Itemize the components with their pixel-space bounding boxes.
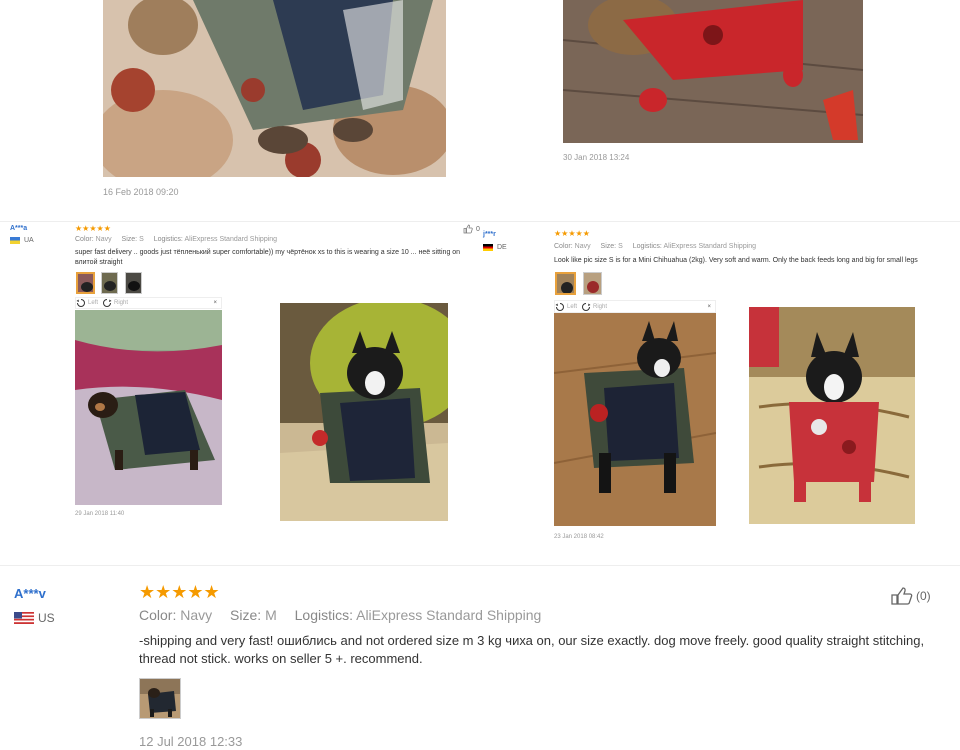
size-value: S [618, 243, 623, 250]
reviewer-name: j***r [483, 231, 496, 238]
reviewer-name: A***v [14, 586, 46, 601]
thumbs-up-icon [891, 587, 913, 605]
helpful-count: 0 [476, 225, 480, 233]
logistics-label: Logistics: [632, 243, 662, 250]
review-meta: Color: Navy Size: S Logistics: AliExpres… [554, 243, 756, 250]
review-photo-large[interactable] [75, 310, 222, 505]
review-thumbnail[interactable] [125, 272, 142, 294]
review-photo-large[interactable] [554, 313, 716, 526]
review-photo-large[interactable] [563, 0, 863, 143]
color-value: Navy [574, 243, 591, 250]
rotate-left-button[interactable]: Left [555, 302, 577, 312]
review-date: 23 Jan 2018 08:42 [554, 534, 604, 540]
flag-ua-icon [10, 237, 20, 244]
rating-stars: ★★★★★ [554, 229, 590, 238]
color-label: Color: [554, 243, 573, 250]
rating-stars: ★★★★★ [139, 582, 220, 602]
rating-stars: ★★★★★ [75, 224, 111, 233]
reviewer-country: UA [10, 237, 34, 244]
divider [0, 221, 960, 222]
color-label: Color: [75, 236, 94, 243]
thumbs-up-icon [463, 224, 473, 234]
color-label: Color: [139, 607, 177, 623]
rotate-left-label: Left [88, 300, 99, 306]
review-meta: Color: Navy Size: M Logistics: AliExpres… [139, 607, 541, 623]
review-date: 12 Jul 2018 12:33 [139, 734, 243, 749]
divider [0, 565, 960, 566]
image-rotate-bar: Left Right × [75, 297, 222, 309]
review-photo-large[interactable] [103, 0, 446, 177]
review-meta: Color: Navy Size: S Logistics: AliExpres… [75, 236, 277, 243]
logistics-value: AliExpress Standard Shipping [184, 236, 278, 243]
size-value: M [265, 607, 277, 623]
rotate-right-button[interactable]: Right [581, 302, 607, 312]
country-code: US [38, 611, 55, 625]
rotate-left-label: Left [567, 303, 578, 310]
review-text: super fast delivery .. goods just тёплен… [75, 249, 461, 266]
rotate-right-label: Right [114, 300, 129, 306]
size-label: Size: [600, 243, 617, 250]
color-value: Navy [180, 607, 213, 623]
review-text: Look like pic size S is for a Mini Chihu… [554, 257, 918, 264]
size-value: S [139, 236, 144, 243]
flag-de-icon [483, 244, 493, 251]
logistics-label: Logistics: [153, 236, 183, 243]
size-label: Size: [230, 607, 262, 623]
review-thumbnail[interactable] [555, 272, 576, 295]
review-date: 16 Feb 2018 09:20 [103, 187, 179, 197]
review-thumbnail[interactable] [76, 272, 95, 294]
review-thumbnail[interactable] [139, 678, 181, 719]
rotate-left-button[interactable]: Left [76, 298, 98, 308]
rotate-right-icon [103, 299, 112, 307]
size-label: Size: [121, 236, 138, 243]
rotate-right-label: Right [593, 303, 608, 310]
logistics-value: AliExpress Standard Shipping [663, 243, 757, 250]
review-text: -shipping and very fast! ошиблись and no… [139, 633, 925, 666]
review-photo-large[interactable] [280, 303, 448, 521]
close-icon[interactable]: × [213, 300, 217, 306]
reviewer-country: US [14, 611, 55, 625]
reviewer-name: A***a [10, 225, 28, 232]
reviewer-country: DE [483, 244, 507, 251]
review-date: 29 Jan 2018 11:40 [75, 511, 125, 517]
rotate-left-icon [76, 299, 85, 307]
color-value: Navy [95, 236, 112, 243]
helpful-button[interactable]: 0 [463, 224, 480, 234]
rotate-right-icon [582, 302, 591, 311]
country-code: UA [24, 237, 34, 244]
helpful-button[interactable]: (0) [891, 587, 931, 605]
review-photo-large[interactable] [749, 307, 915, 524]
review-date: 30 Jan 2018 13:24 [563, 153, 630, 162]
close-icon[interactable]: × [707, 304, 711, 310]
image-rotate-bar: Left Right × [554, 300, 716, 313]
logistics-value: AliExpress Standard Shipping [356, 607, 542, 623]
rotate-left-icon [555, 302, 564, 311]
logistics-label: Logistics: [294, 607, 353, 623]
country-code: DE [497, 244, 507, 251]
flag-us-icon [14, 612, 34, 624]
review-thumbnail[interactable] [583, 272, 602, 295]
review-thumbnail[interactable] [101, 272, 118, 294]
helpful-count: (0) [916, 589, 931, 603]
rotate-right-button[interactable]: Right [102, 298, 128, 308]
